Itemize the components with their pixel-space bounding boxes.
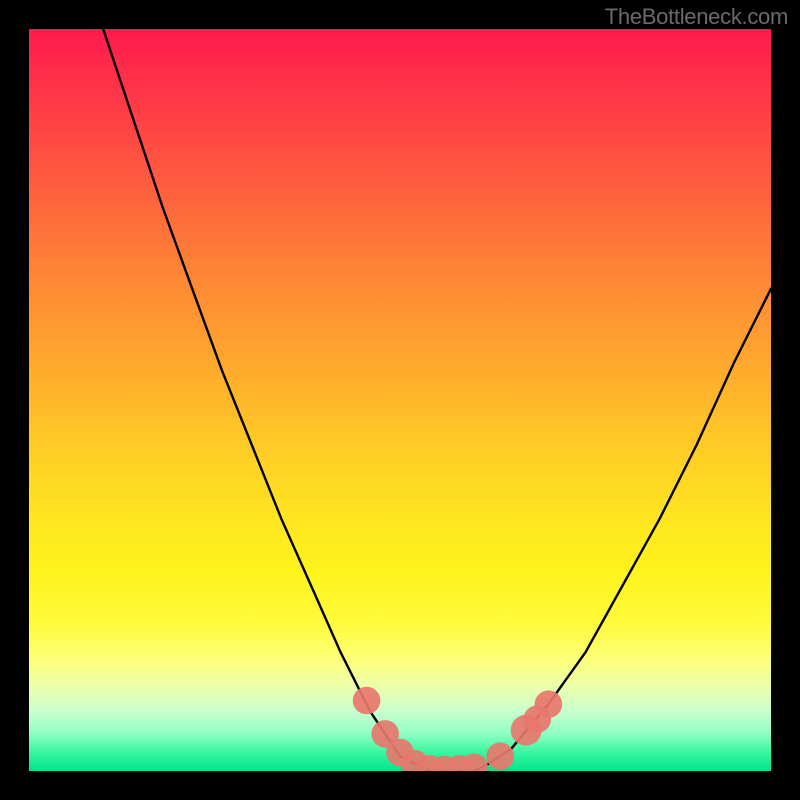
data-marker <box>486 742 514 770</box>
data-marker <box>353 687 381 715</box>
chart-frame: TheBottleneck.com <box>0 0 800 800</box>
attribution-text: TheBottleneck.com <box>605 4 788 30</box>
bottleneck-curve <box>103 29 771 771</box>
plot-area <box>29 29 771 771</box>
markers-layer <box>353 687 562 771</box>
chart-svg <box>29 29 771 771</box>
data-marker <box>535 690 563 718</box>
curve-layer <box>103 29 771 771</box>
